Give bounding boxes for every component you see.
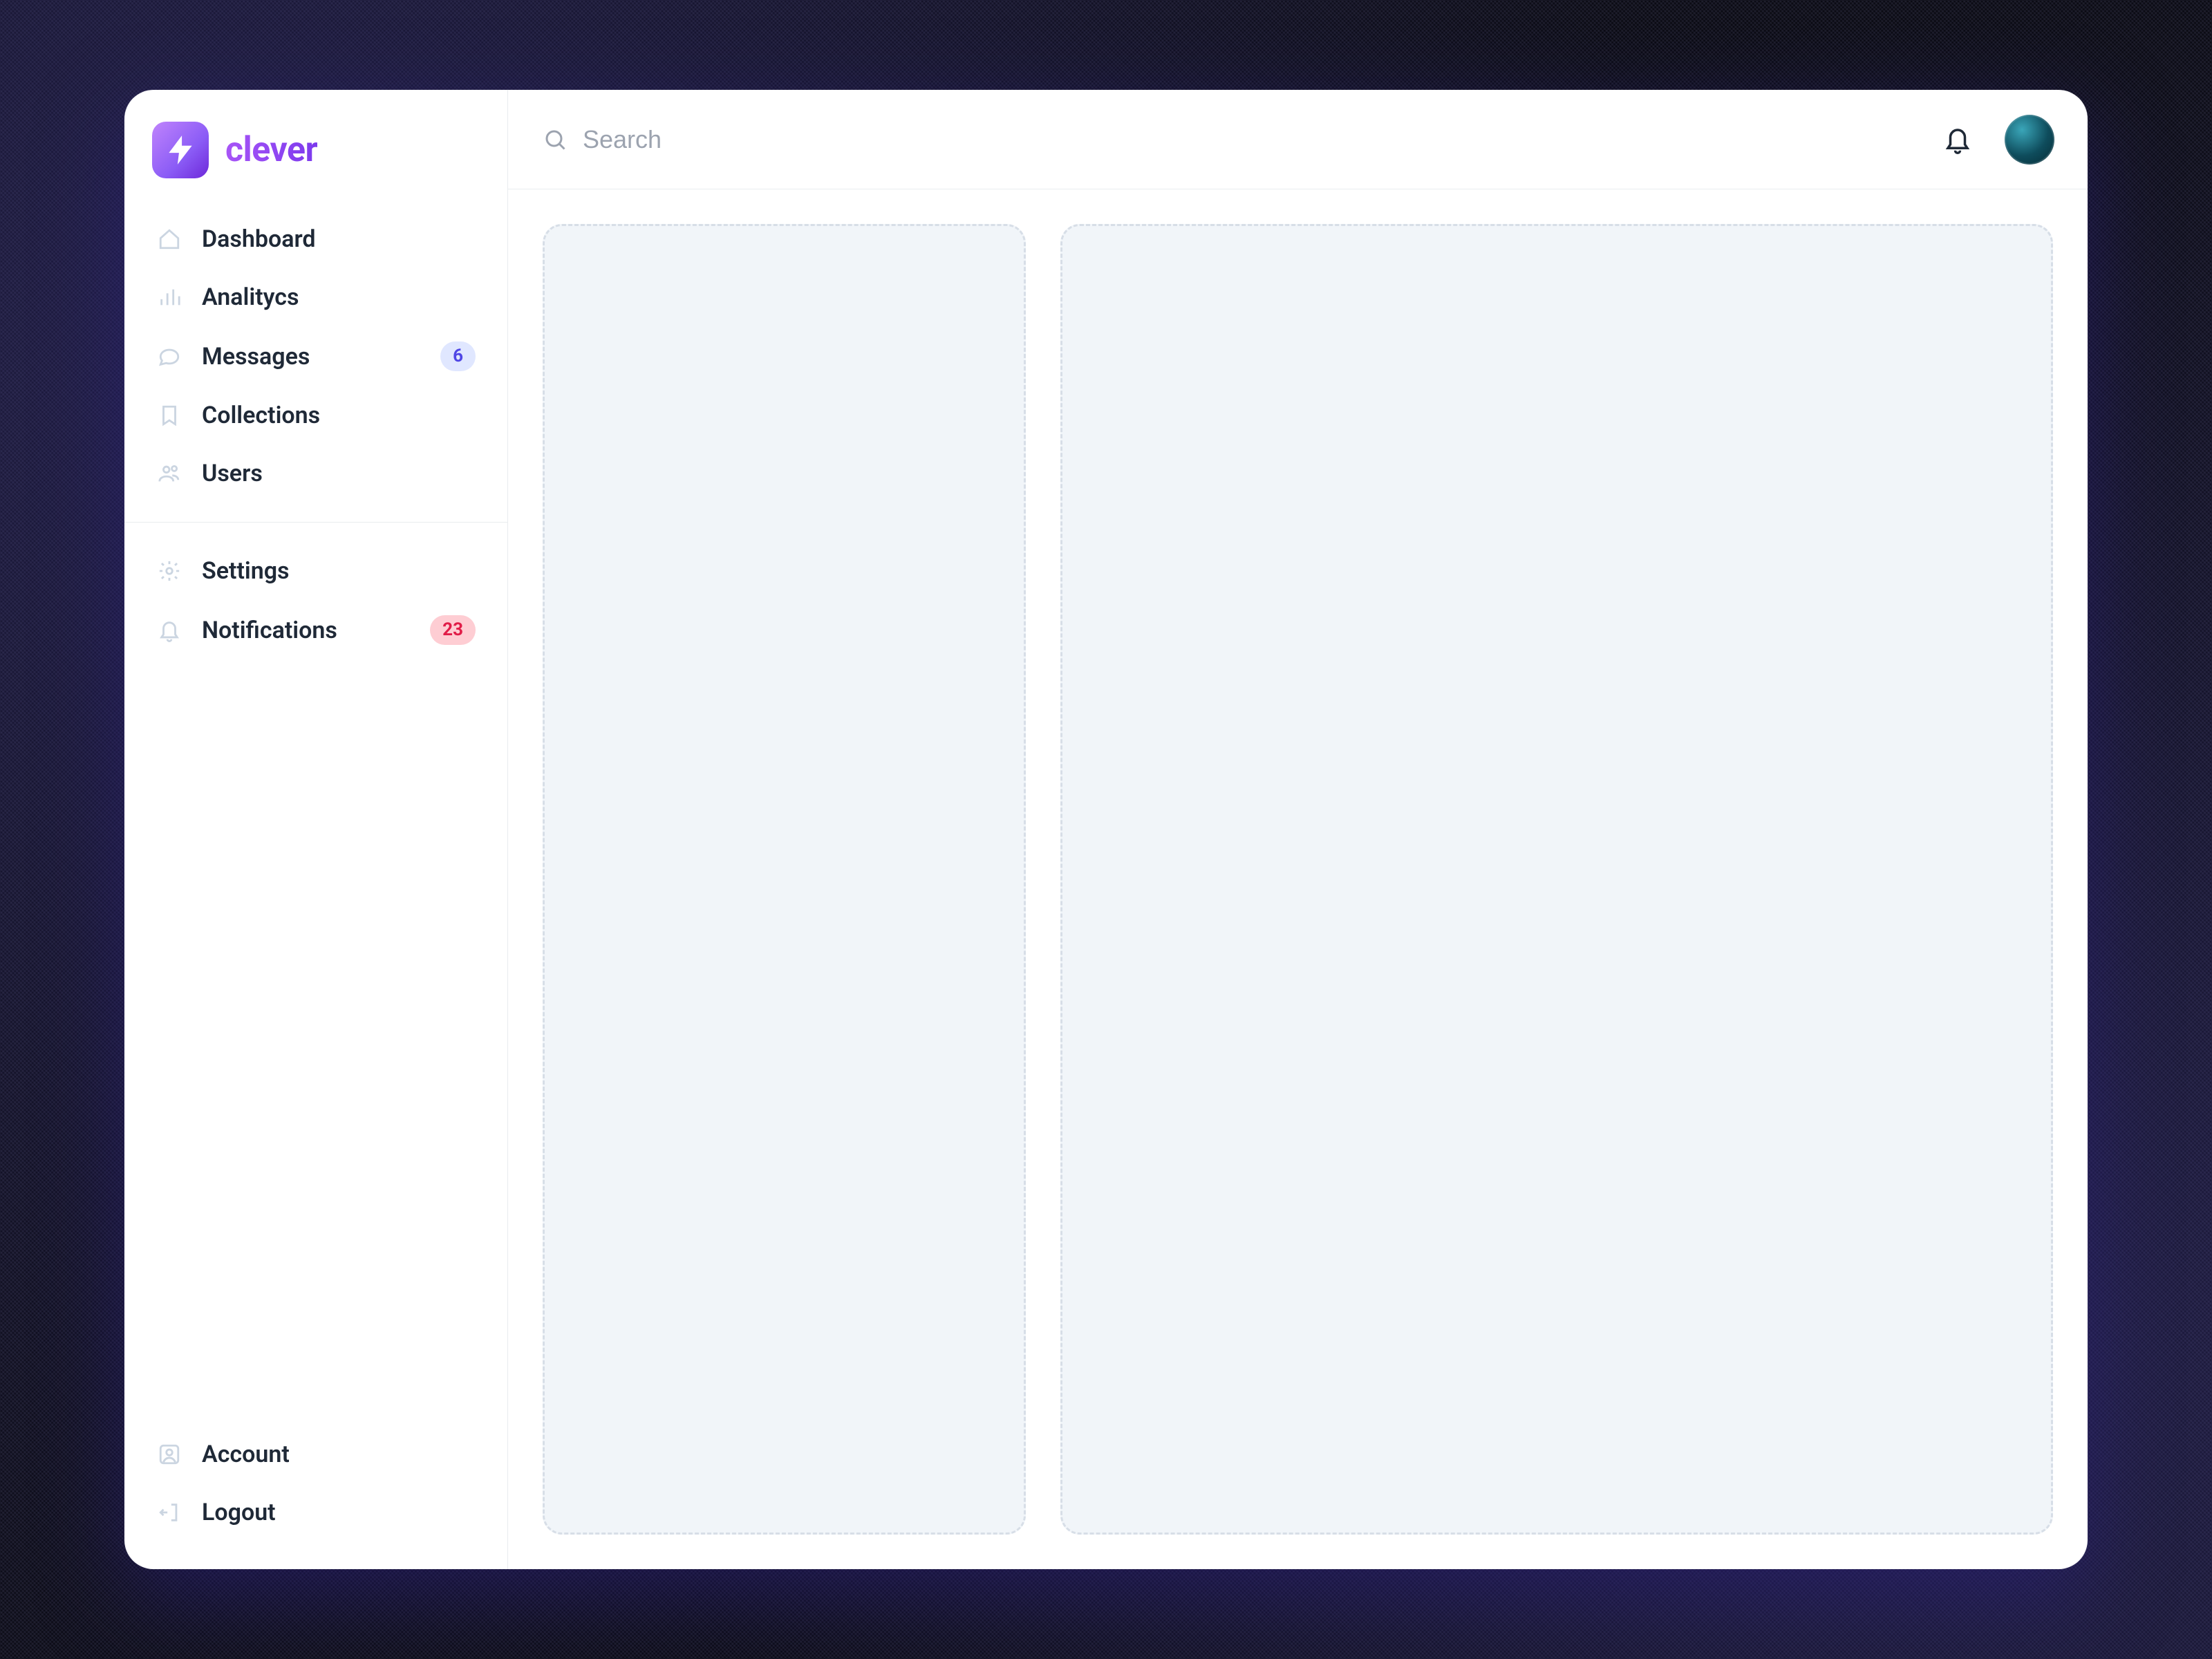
logout-icon xyxy=(156,1499,182,1526)
content-placeholder-right xyxy=(1060,224,2053,1535)
brand-name: clever xyxy=(225,130,317,170)
topbar-actions xyxy=(1938,115,2054,165)
content-placeholder-left xyxy=(543,224,1026,1535)
search xyxy=(541,125,1919,154)
sidebar-item-messages[interactable]: Messages 6 xyxy=(141,326,491,386)
sidebar-item-label: Analitycs xyxy=(202,283,476,311)
avatar[interactable] xyxy=(2005,115,2054,165)
sidebar-item-dashboard[interactable]: Dashboard xyxy=(141,210,491,268)
nav-secondary: Settings Notifications 23 xyxy=(124,535,507,667)
notifications-button[interactable] xyxy=(1938,120,1977,159)
home-icon xyxy=(156,226,182,252)
sidebar-item-label: Dashboard xyxy=(202,225,476,253)
badge-notifications: 23 xyxy=(430,615,476,645)
bar-chart-icon xyxy=(156,284,182,310)
badge-messages: 6 xyxy=(440,341,476,371)
sidebar-item-users[interactable]: Users xyxy=(141,444,491,503)
bell-icon xyxy=(1943,125,1972,154)
nav-bottom: Account Logout xyxy=(124,1418,507,1569)
brand[interactable]: clever xyxy=(124,90,507,203)
sidebar-item-logout[interactable]: Logout xyxy=(141,1483,491,1541)
sidebar-item-label: Account xyxy=(202,1441,476,1468)
topbar xyxy=(508,90,2088,189)
sidebar-item-settings[interactable]: Settings xyxy=(141,542,491,600)
sidebar-spacer xyxy=(124,667,507,1418)
brand-logo xyxy=(152,122,209,178)
sidebar-item-collections[interactable]: Collections xyxy=(141,386,491,444)
sidebar-item-label: Settings xyxy=(202,557,476,585)
sidebar-item-account[interactable]: Account xyxy=(141,1425,491,1483)
search-input[interactable] xyxy=(583,125,1919,154)
app-window: clever Dashboard Analitycs Messages xyxy=(124,90,2088,1569)
nav-divider xyxy=(124,522,507,523)
bookmark-icon xyxy=(156,402,182,429)
content xyxy=(508,189,2088,1569)
sidebar-item-label: Notifications xyxy=(202,617,411,644)
gear-icon xyxy=(156,558,182,584)
sidebar-item-label: Collections xyxy=(202,402,476,429)
bolt-icon xyxy=(163,133,198,167)
nav-primary: Dashboard Analitycs Messages 6 Collecti xyxy=(124,203,507,509)
sidebar-item-label: Logout xyxy=(202,1499,476,1526)
sidebar-item-label: Messages xyxy=(202,343,421,371)
chat-icon xyxy=(156,344,182,370)
bell-icon xyxy=(156,617,182,644)
sidebar-item-analytics[interactable]: Analitycs xyxy=(141,268,491,326)
account-icon xyxy=(156,1441,182,1468)
sidebar: clever Dashboard Analitycs Messages xyxy=(124,90,508,1569)
sidebar-item-label: Users xyxy=(202,460,476,487)
search-icon xyxy=(541,126,569,153)
users-icon xyxy=(156,460,182,487)
main xyxy=(508,90,2088,1569)
sidebar-item-notifications[interactable]: Notifications 23 xyxy=(141,600,491,660)
